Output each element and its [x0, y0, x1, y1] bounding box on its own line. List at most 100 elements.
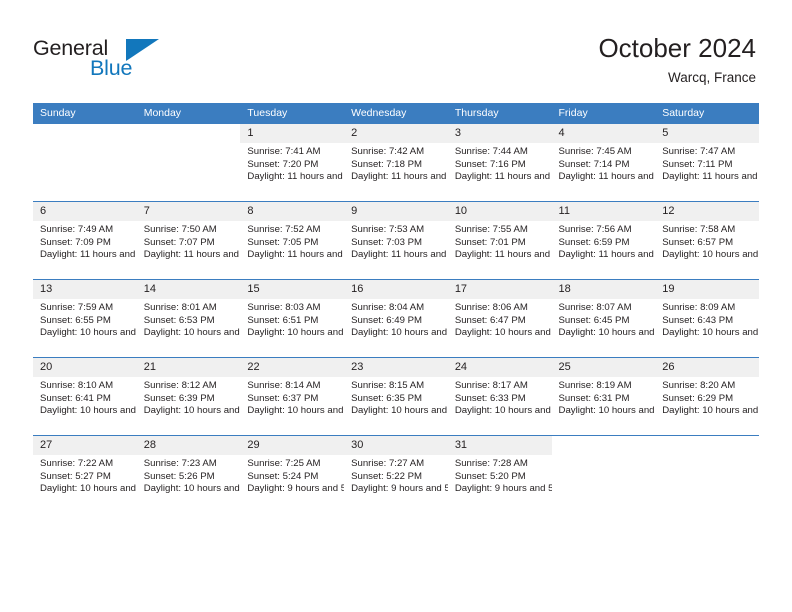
sunset-text: Sunset: 7:09 PM: [40, 236, 111, 248]
daylight-text: Daylight: 10 hours and 58 minutes.: [662, 249, 759, 261]
calendar-day-cell[interactable]: 1 Sunrise: 7:41 AM Sunset: 7:20 PM Daylight…: [240, 124, 345, 202]
sunrise-text: Sunrise: 8:15 AM: [351, 380, 425, 391]
calendar-day-cell[interactable]: 6 Sunrise: 7:49 AM Sunset: 7:09 PM Daylight…: [33, 201, 137, 280]
daylight-text: Daylight: 9 hours and 58 minutes.: [247, 483, 345, 495]
day-sun-info: Sunrise: 7:55 AM Sunset: 7:01 PM Daylight:…: [448, 221, 552, 262]
page-subtitle-location: Warcq, France: [667, 70, 756, 85]
calendar-day-cell[interactable]: 29 Sunrise: 7:25 AM Sunset: 5:24 PM Dayligh…: [240, 435, 345, 513]
day-number: 3: [447, 124, 552, 143]
sunset-text: Sunset: 6:55 PM: [40, 314, 111, 326]
day-cell-body: 10 Sunrise: 7:55 AM Sunset: 7:01 PM Dayligh…: [447, 202, 552, 279]
sunset-text: Sunset: 7:01 PM: [454, 236, 526, 248]
day-cell-body: 2 Sunrise: 7:42 AM Sunset: 7:18 PM Daylight…: [344, 124, 448, 201]
calendar-day-cell[interactable]: 2 Sunrise: 7:42 AM Sunset: 7:18 PM Daylight…: [344, 124, 448, 202]
daylight-text: Daylight: 10 hours and 19 minutes.: [351, 405, 448, 417]
calendar-day-cell[interactable]: 3 Sunrise: 7:44 AM Sunset: 7:16 PM Daylight…: [447, 124, 552, 202]
day-sun-info: Sunrise: 8:06 AM Sunset: 6:47 PM Daylight:…: [448, 299, 552, 340]
calendar-day-cell[interactable]: 13 Sunrise: 7:59 AM Sunset: 6:55 PM Dayligh…: [33, 279, 137, 358]
day-sun-info: Sunrise: 7:23 AM Sunset: 5:26 PM Daylight:…: [137, 455, 241, 496]
calendar-day-cell[interactable]: 11 Sunrise: 7:56 AM Sunset: 6:59 PM Dayligh…: [551, 201, 656, 280]
calendar-day-cell[interactable]: 10 Sunrise: 7:55 AM Sunset: 7:01 PM Dayligh…: [447, 201, 552, 280]
calendar-day-cell[interactable]: 18 Sunrise: 8:07 AM Sunset: 6:45 PM Dayligh…: [551, 279, 656, 358]
sunrise-text: Sunrise: 7:50 AM: [143, 224, 217, 235]
day-sun-info: Sunrise: 8:10 AM Sunset: 6:41 PM Daylight:…: [33, 377, 137, 418]
day-number: 18: [551, 280, 656, 299]
day-number: 23: [344, 358, 448, 377]
calendar-cell-empty: [136, 124, 241, 202]
day-sun-info: Sunrise: 7:42 AM Sunset: 7:18 PM Daylight:…: [344, 143, 448, 184]
calendar-day-cell[interactable]: 31 Sunrise: 7:28 AM Sunset: 5:20 PM Dayligh…: [447, 435, 552, 513]
daylight-text: Daylight: 10 hours and 37 minutes.: [558, 327, 656, 339]
calendar-day-cell[interactable]: 30 Sunrise: 7:27 AM Sunset: 5:22 PM Dayligh…: [344, 435, 448, 513]
sunset-text: Sunset: 6:53 PM: [143, 314, 215, 326]
calendar-day-cell[interactable]: 16 Sunrise: 8:04 AM Sunset: 6:49 PM Dayligh…: [344, 279, 448, 358]
daylight-text: Daylight: 11 hours and 39 minutes.: [247, 171, 344, 183]
day-number: 1: [240, 124, 345, 143]
day-number: 19: [655, 280, 759, 299]
weekday-header-saturday: Saturday: [655, 103, 759, 124]
sunset-text: Sunset: 7:16 PM: [454, 158, 526, 170]
calendar-day-cell[interactable]: 4 Sunrise: 7:45 AM Sunset: 7:14 PM Daylight…: [551, 124, 656, 202]
day-cell-body: 20 Sunrise: 8:10 AM Sunset: 6:41 PM Dayligh…: [33, 358, 137, 435]
sunset-text: Sunset: 6:37 PM: [247, 392, 319, 404]
daylight-text: Daylight: 11 hours and 28 minutes.: [558, 171, 656, 183]
day-cell-body: 23 Sunrise: 8:15 AM Sunset: 6:35 PM Dayligh…: [344, 358, 448, 435]
sunset-text: Sunset: 6:43 PM: [662, 314, 734, 326]
day-cell-body: 14 Sunrise: 8:01 AM Sunset: 6:53 PM Dayligh…: [136, 280, 241, 357]
calendar-day-cell[interactable]: 7 Sunrise: 7:50 AM Sunset: 7:07 PM Daylight…: [136, 201, 241, 280]
calendar-day-cell[interactable]: 14 Sunrise: 8:01 AM Sunset: 6:53 PM Dayligh…: [136, 279, 241, 358]
day-cell-body: 5 Sunrise: 7:47 AM Sunset: 7:11 PM Daylight…: [655, 124, 759, 201]
calendar-day-cell[interactable]: 9 Sunrise: 7:53 AM Sunset: 7:03 PM Daylight…: [344, 201, 448, 280]
daylight-text: Daylight: 11 hours and 24 minutes.: [662, 171, 759, 183]
calendar-day-cell[interactable]: 28 Sunrise: 7:23 AM Sunset: 5:26 PM Dayligh…: [136, 435, 241, 513]
day-number: 27: [33, 436, 137, 455]
calendar-week-row: 1 Sunrise: 7:41 AM Sunset: 7:20 PM Daylight…: [33, 124, 759, 202]
sunrise-text: Sunrise: 8:03 AM: [247, 302, 321, 313]
day-cell-body: 8 Sunrise: 7:52 AM Sunset: 7:05 PM Daylight…: [240, 202, 345, 279]
day-number: 22: [240, 358, 345, 377]
page-header: General Blue October 2024 Warcq, France: [0, 0, 792, 103]
day-number: 21: [136, 358, 241, 377]
day-cell-body: 15 Sunrise: 8:03 AM Sunset: 6:51 PM Dayligh…: [240, 280, 345, 357]
empty-cell-body: [551, 436, 656, 513]
sunrise-text: Sunrise: 8:20 AM: [662, 380, 736, 391]
day-number: 17: [447, 280, 552, 299]
daylight-text: Daylight: 11 hours and 2 minutes.: [558, 249, 656, 261]
day-number: 9: [344, 202, 448, 221]
calendar-day-cell[interactable]: 26 Sunrise: 8:20 AM Sunset: 6:29 PM Dayligh…: [655, 357, 759, 436]
calendar-day-cell[interactable]: 22 Sunrise: 8:14 AM Sunset: 6:37 PM Dayligh…: [240, 357, 345, 436]
calendar-day-cell[interactable]: 8 Sunrise: 7:52 AM Sunset: 7:05 PM Daylight…: [240, 201, 345, 280]
calendar-table: Sunday Monday Tuesday Wednesday Thursday Frid…: [33, 103, 759, 513]
calendar-cell-empty: [551, 435, 656, 513]
general-blue-logo[interactable]: General Blue: [33, 36, 233, 86]
day-number: 5: [655, 124, 759, 143]
calendar-day-cell[interactable]: 19 Sunrise: 8:09 AM Sunset: 6:43 PM Dayligh…: [655, 279, 759, 358]
day-sun-info: Sunrise: 7:25 AM Sunset: 5:24 PM Daylight:…: [240, 455, 344, 496]
calendar-day-cell[interactable]: 25 Sunrise: 8:19 AM Sunset: 6:31 PM Dayligh…: [551, 357, 656, 436]
sunset-text: Sunset: 7:14 PM: [558, 158, 630, 170]
calendar-day-cell[interactable]: 27 Sunrise: 7:22 AM Sunset: 5:27 PM Dayligh…: [33, 435, 137, 513]
weekday-header-thursday: Thursday: [447, 103, 552, 124]
calendar-day-cell[interactable]: 24 Sunrise: 8:17 AM Sunset: 6:33 PM Dayligh…: [447, 357, 552, 436]
day-number: 26: [655, 358, 759, 377]
calendar-day-cell[interactable]: 20 Sunrise: 8:10 AM Sunset: 6:41 PM Dayligh…: [33, 357, 137, 436]
calendar-day-cell[interactable]: 17 Sunrise: 8:06 AM Sunset: 6:47 PM Dayligh…: [447, 279, 552, 358]
calendar-day-cell[interactable]: 12 Sunrise: 7:58 AM Sunset: 6:57 PM Dayligh…: [655, 201, 759, 280]
calendar-day-cell[interactable]: 21 Sunrise: 8:12 AM Sunset: 6:39 PM Dayligh…: [136, 357, 241, 436]
day-number: 7: [136, 202, 241, 221]
sunset-text: Sunset: 6:49 PM: [351, 314, 423, 326]
page-title: October 2024: [598, 33, 756, 63]
calendar-day-cell[interactable]: 23 Sunrise: 8:15 AM Sunset: 6:35 PM Dayligh…: [344, 357, 448, 436]
day-number: 24: [447, 358, 552, 377]
sunrise-text: Sunrise: 7:56 AM: [558, 224, 632, 235]
day-number: 4: [551, 124, 656, 143]
calendar-body: 1 Sunrise: 7:41 AM Sunset: 7:20 PM Daylight…: [33, 124, 759, 513]
day-number: 15: [240, 280, 345, 299]
empty-cell-body: [33, 124, 137, 201]
calendar-week-row: 6 Sunrise: 7:49 AM Sunset: 7:09 PM Daylight…: [33, 201, 759, 280]
calendar-day-cell[interactable]: 5 Sunrise: 7:47 AM Sunset: 7:11 PM Daylight…: [655, 124, 759, 202]
daylight-text: Daylight: 10 hours and 30 minutes.: [40, 405, 137, 417]
sunrise-text: Sunrise: 8:07 AM: [558, 302, 632, 313]
calendar-day-cell[interactable]: 15 Sunrise: 8:03 AM Sunset: 6:51 PM Dayligh…: [240, 279, 345, 358]
day-number: 12: [655, 202, 759, 221]
